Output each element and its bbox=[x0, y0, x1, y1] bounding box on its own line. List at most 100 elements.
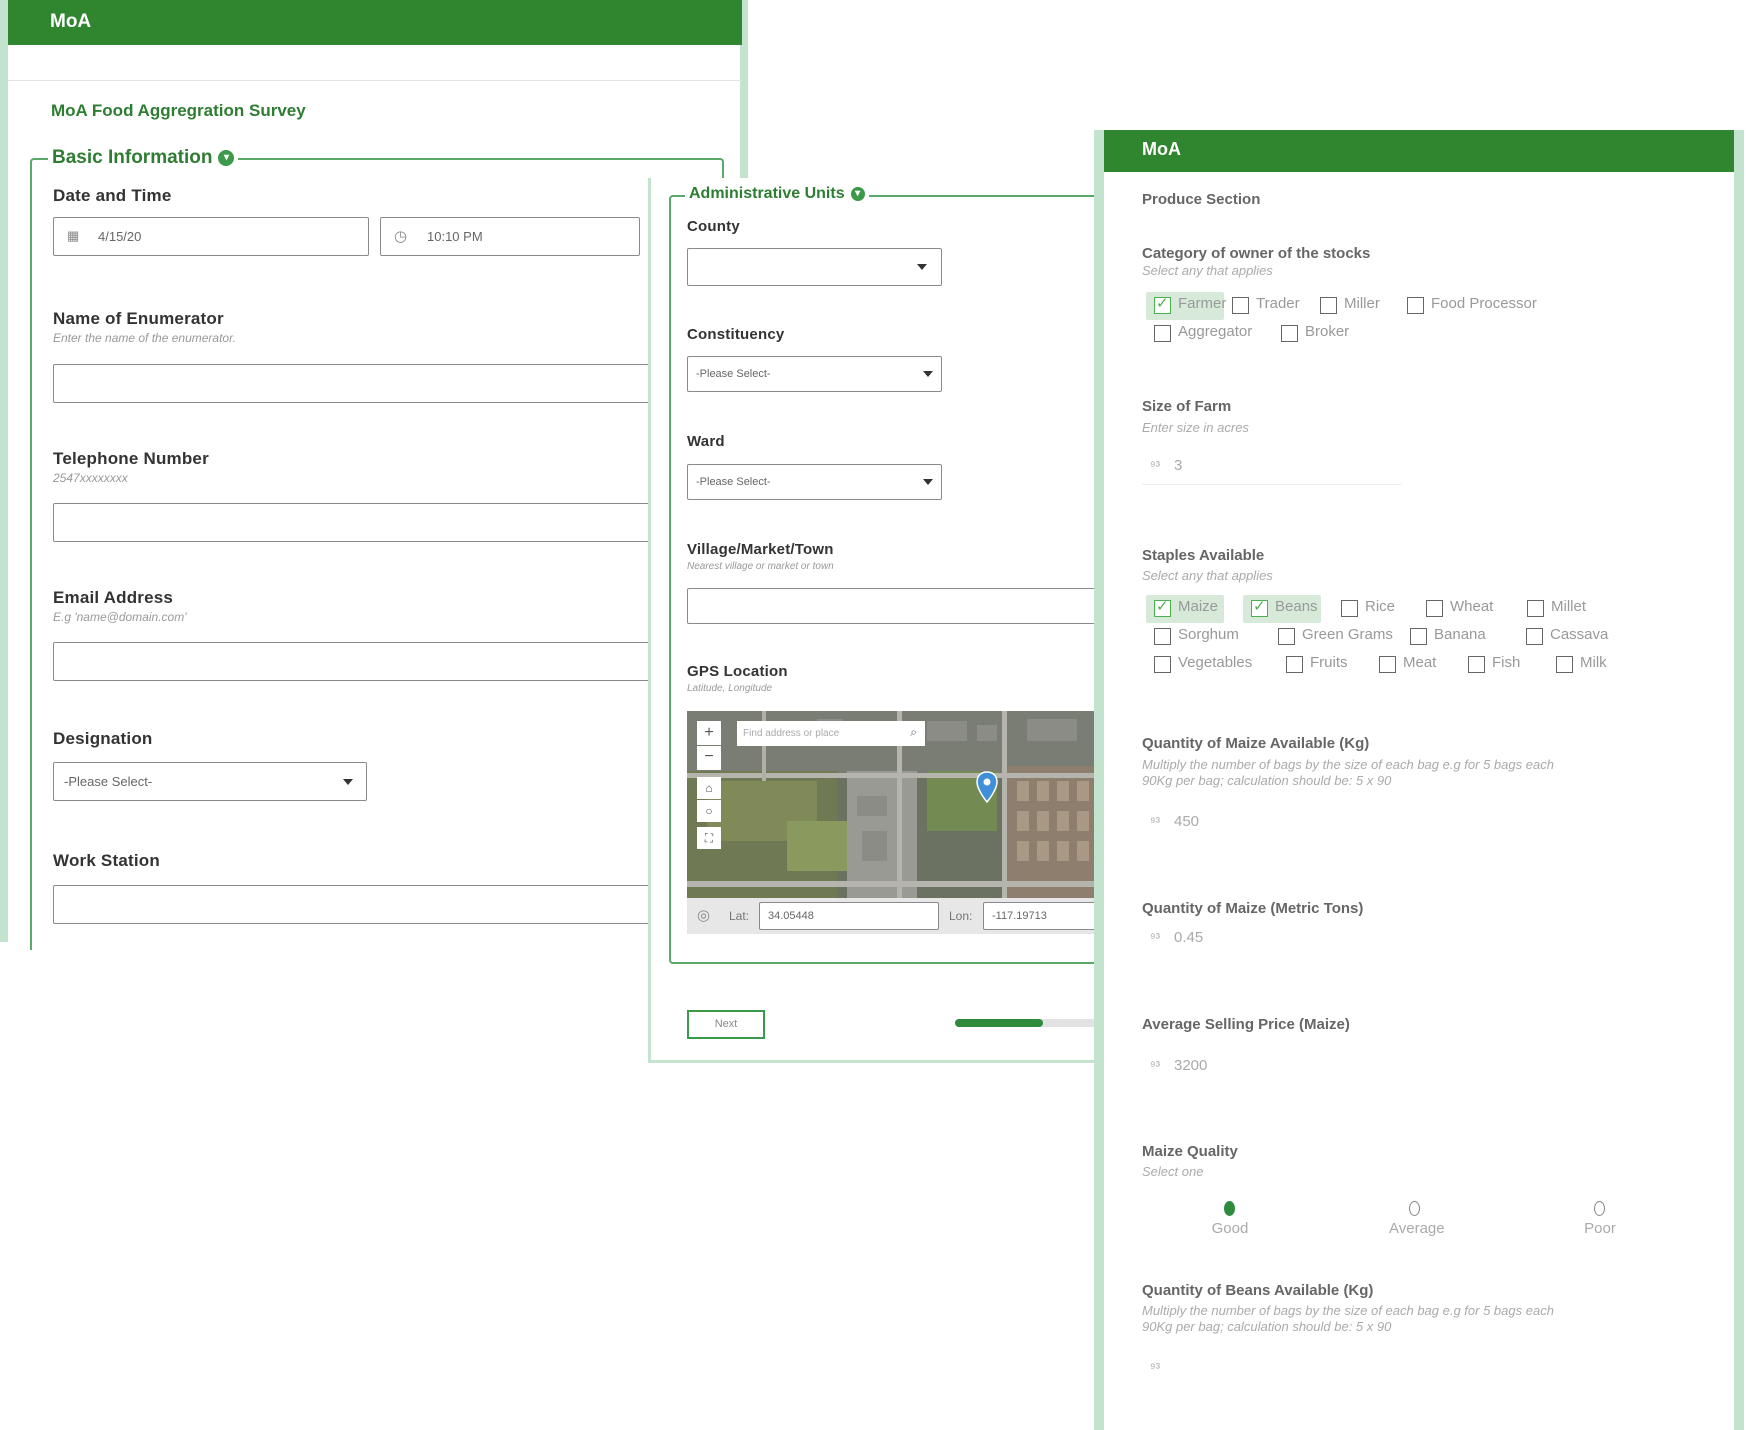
collapse-icon[interactable]: ▾ bbox=[850, 186, 865, 201]
checkbox[interactable] bbox=[1527, 600, 1544, 617]
number-icon: ⁹³ bbox=[1150, 1360, 1160, 1375]
county-select[interactable] bbox=[687, 248, 942, 286]
maize-kg-input[interactable]: ⁹³ 450 bbox=[1142, 806, 1402, 840]
checkbox-label[interactable]: Trader bbox=[1256, 295, 1300, 312]
village-label: Village/Market/Town bbox=[687, 541, 834, 558]
section-title: Produce Section bbox=[1142, 191, 1261, 208]
maize-price-input[interactable]: ⁹³ 3200 bbox=[1142, 1050, 1402, 1084]
checkbox-label[interactable]: Aggregator bbox=[1178, 323, 1252, 340]
checkbox-label[interactable]: Rice bbox=[1365, 598, 1395, 615]
checkbox-label[interactable]: Miller bbox=[1344, 295, 1380, 312]
checkbox-label[interactable]: Farmer bbox=[1178, 295, 1226, 312]
checkbox-label[interactable]: Green Grams bbox=[1302, 626, 1393, 643]
lat-input[interactable]: 34.05448 bbox=[759, 902, 939, 930]
map-search-input[interactable]: Find address or place ⌕ bbox=[737, 721, 925, 746]
ward-select[interactable]: -Please Select- bbox=[687, 464, 942, 500]
next-button[interactable]: Next bbox=[687, 1010, 765, 1039]
radio-label[interactable]: Average bbox=[1389, 1220, 1445, 1237]
checkbox[interactable] bbox=[1154, 628, 1171, 645]
owner-category-label: Category of owner of the stocks bbox=[1142, 245, 1371, 262]
checkbox-label[interactable]: Millet bbox=[1551, 598, 1586, 615]
telephone-input[interactable] bbox=[53, 503, 653, 542]
constituency-label: Constituency bbox=[687, 326, 785, 343]
checkbox[interactable] bbox=[1320, 297, 1337, 314]
collapse-icon[interactable]: ▾ bbox=[218, 149, 235, 166]
map-zoom-in-button[interactable]: + bbox=[697, 721, 721, 745]
produce-form-panel: MoA Produce Section Category of owner of… bbox=[1094, 130, 1746, 1430]
checkbox[interactable] bbox=[1281, 325, 1298, 342]
checkbox[interactable] bbox=[1410, 628, 1427, 645]
checkbox[interactable] bbox=[1154, 294, 1171, 314]
radio-button[interactable] bbox=[1224, 1201, 1235, 1216]
checkbox[interactable] bbox=[1278, 628, 1295, 645]
checkbox[interactable] bbox=[1232, 297, 1249, 314]
basic-info-fieldset bbox=[30, 158, 724, 950]
admin-units-panel: Administrative Units ▾ County Constituenc… bbox=[648, 178, 1111, 1063]
maize-kg-value: 450 bbox=[1174, 813, 1200, 830]
map-fullscreen-button[interactable]: ⛶ bbox=[697, 827, 721, 849]
radio-label[interactable]: Poor bbox=[1574, 1220, 1626, 1237]
constituency-select[interactable]: -Please Select- bbox=[687, 356, 942, 392]
basic-info-legend[interactable]: Basic Information ▾ bbox=[48, 147, 239, 169]
checkbox-label[interactable]: Sorghum bbox=[1178, 626, 1239, 643]
calendar-icon: ▦ bbox=[67, 228, 80, 243]
ward-label: Ward bbox=[687, 433, 725, 450]
village-input[interactable] bbox=[687, 588, 1107, 624]
checkbox[interactable] bbox=[1154, 597, 1171, 617]
checkbox[interactable] bbox=[1341, 600, 1358, 617]
locate-icon[interactable]: ◎ bbox=[697, 906, 710, 924]
beans-kg-hint: Multiply the number of bags by the size … bbox=[1142, 1303, 1554, 1318]
checkbox-label[interactable]: Wheat bbox=[1450, 598, 1493, 615]
checkbox-label[interactable]: Broker bbox=[1305, 323, 1349, 340]
time-input[interactable]: ◷ 10:10 PM bbox=[380, 217, 640, 256]
checkbox[interactable] bbox=[1556, 656, 1573, 673]
checkbox-label[interactable]: Banana bbox=[1434, 626, 1486, 643]
date-input[interactable]: ▦ 4/15/20 bbox=[53, 217, 369, 256]
checkbox-label[interactable]: Cassava bbox=[1550, 626, 1608, 643]
panel-border bbox=[1094, 130, 1104, 1430]
checkbox[interactable] bbox=[1154, 325, 1171, 342]
maize-tons-input[interactable]: ⁹³ 0.45 bbox=[1142, 922, 1402, 956]
checkbox-label[interactable]: Meat bbox=[1403, 654, 1436, 671]
map-locate-button[interactable]: ○ bbox=[697, 800, 721, 822]
number-icon: ⁹³ bbox=[1150, 1058, 1160, 1073]
beans-kg-hint: 90Kg per bag; calculation should be: 5 x… bbox=[1142, 1319, 1392, 1334]
checkbox-label[interactable]: Fruits bbox=[1310, 654, 1348, 671]
ward-value: -Please Select- bbox=[696, 476, 771, 488]
checkbox-label[interactable]: Milk bbox=[1580, 654, 1607, 671]
work-station-input[interactable] bbox=[53, 885, 653, 924]
maize-price-label: Average Selling Price (Maize) bbox=[1142, 1016, 1350, 1033]
radio-label[interactable]: Good bbox=[1204, 1220, 1256, 1237]
checkbox[interactable] bbox=[1526, 628, 1543, 645]
checkbox[interactable] bbox=[1286, 656, 1303, 673]
checkbox[interactable] bbox=[1154, 656, 1171, 673]
map-zoom-out-button[interactable]: − bbox=[697, 746, 721, 770]
search-icon[interactable]: ⌕ bbox=[910, 725, 917, 740]
checkbox-label[interactable]: Beans bbox=[1275, 598, 1318, 615]
email-input[interactable] bbox=[53, 642, 653, 681]
app-title: MoA bbox=[1142, 139, 1181, 159]
checkbox-label[interactable]: Vegetables bbox=[1178, 654, 1252, 671]
location-pin-icon bbox=[976, 771, 998, 803]
checkbox[interactable] bbox=[1251, 597, 1268, 617]
farm-size-input[interactable]: ⁹³ 3 bbox=[1142, 450, 1402, 485]
beans-kg-input[interactable]: ⁹³ bbox=[1142, 1352, 1402, 1386]
radio-button[interactable] bbox=[1594, 1201, 1605, 1216]
checkbox-label[interactable]: Food Processor bbox=[1431, 295, 1537, 312]
number-icon: ⁹³ bbox=[1150, 458, 1160, 473]
gps-map[interactable]: + − ⌂ ○ ⛶ Find address or place ⌕ bbox=[687, 711, 1107, 898]
checkbox[interactable] bbox=[1407, 297, 1424, 314]
map-home-button[interactable]: ⌂ bbox=[697, 777, 721, 799]
checkbox[interactable] bbox=[1426, 600, 1443, 617]
radio-button[interactable] bbox=[1409, 1201, 1420, 1216]
designation-value: -Please Select- bbox=[64, 774, 153, 789]
checkbox-label[interactable]: Fish bbox=[1492, 654, 1520, 671]
designation-select[interactable]: -Please Select- bbox=[53, 762, 367, 801]
progress-track bbox=[955, 1019, 1101, 1027]
enumerator-input[interactable] bbox=[53, 364, 653, 403]
checkbox-label[interactable]: Maize bbox=[1178, 598, 1218, 615]
admin-units-legend[interactable]: Administrative Units ▾ bbox=[685, 185, 869, 203]
lon-input[interactable]: -117.19713 bbox=[983, 902, 1107, 930]
checkbox[interactable] bbox=[1379, 656, 1396, 673]
checkbox[interactable] bbox=[1468, 656, 1485, 673]
